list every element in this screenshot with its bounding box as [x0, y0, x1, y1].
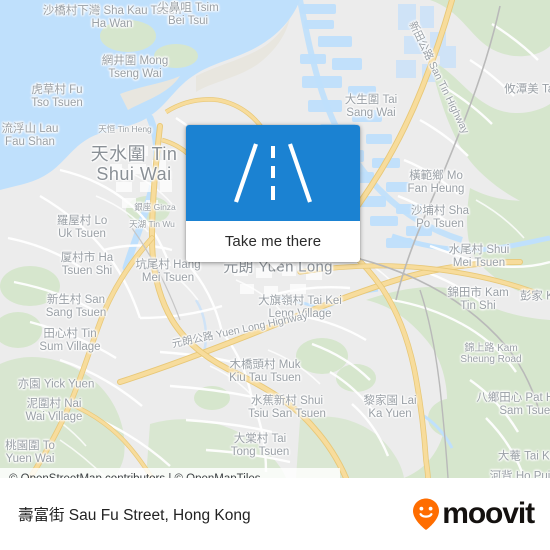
place-preview-card[interactable]: Take me there — [186, 125, 360, 262]
moovit-wordmark: moovit — [442, 497, 535, 530]
road-perspective-icon — [234, 143, 312, 203]
map-attribution[interactable]: © OpenStreetMap contributors | © OpenMap… — [0, 468, 340, 478]
popup-pointer — [267, 261, 283, 270]
footer-bar: 壽富街 Sau Fu Street, Hong Kong moovit — [0, 478, 550, 550]
take-me-there-button[interactable]: Take me there — [186, 221, 360, 262]
place-title: 壽富街 Sau Fu Street, Hong Kong — [18, 507, 251, 524]
moovit-pin-icon — [413, 498, 440, 530]
moovit-logo[interactable]: moovit — [411, 497, 535, 531]
moovit-map-screen: 沙橋村下灣 Sha Kau Tsuen Ha Wan 尖鼻咀 Tsim Bei T… — [0, 0, 550, 550]
road-preview-image — [186, 125, 360, 221]
map-canvas[interactable]: 沙橋村下灣 Sha Kau Tsuen Ha Wan 尖鼻咀 Tsim Bei T… — [0, 0, 550, 478]
